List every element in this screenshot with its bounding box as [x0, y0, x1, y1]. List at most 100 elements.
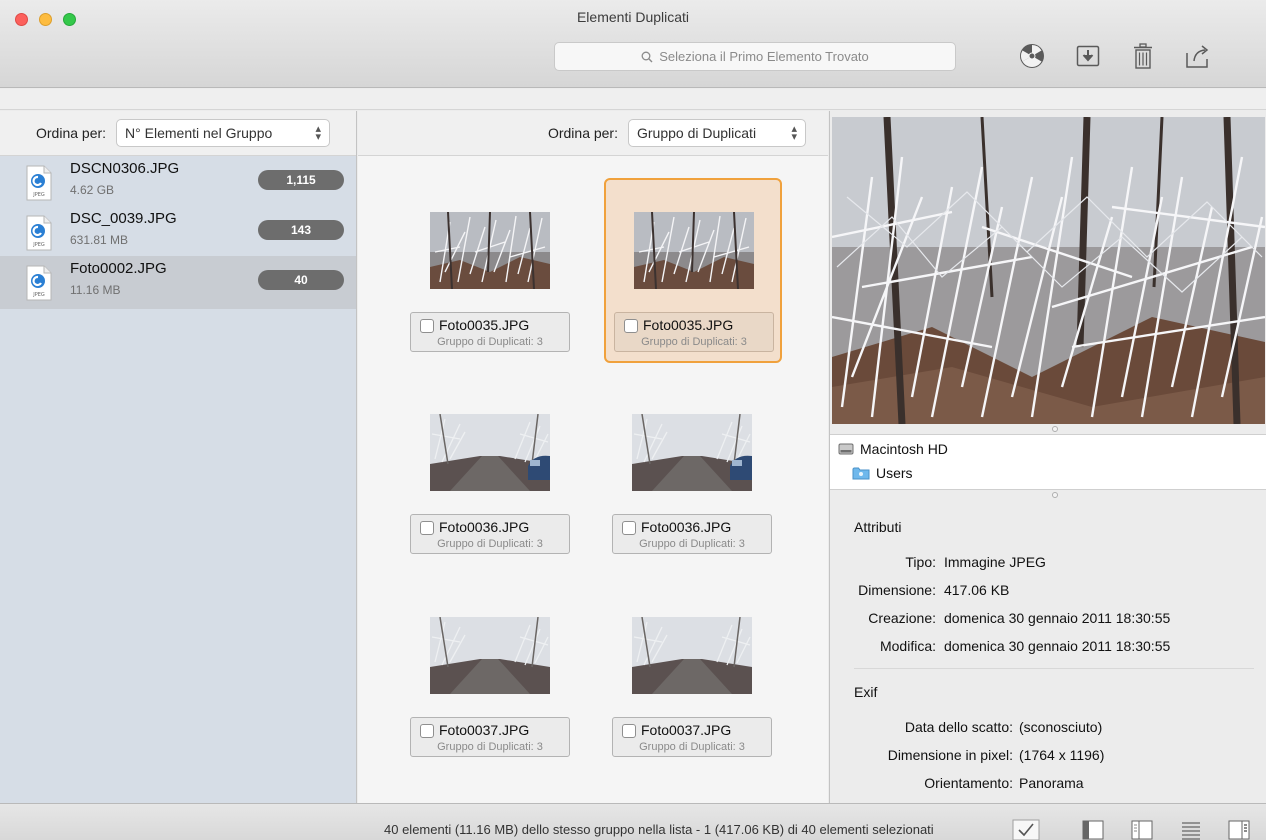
group-size: 4.62 GB	[70, 183, 115, 197]
duplicate-item[interactable]: Foto0036.JPG Gruppo di Duplicati: 3	[402, 382, 578, 565]
photo-preview	[832, 117, 1265, 424]
svg-text:JPEG: JPEG	[32, 242, 45, 248]
item-filename: Foto0037.JPG	[439, 722, 530, 738]
duplicate-item[interactable]: Foto0036.JPG Gruppo di Duplicati: 3	[604, 382, 780, 565]
photo-thumbnail	[430, 414, 550, 491]
item-checkbox[interactable]	[622, 521, 636, 535]
trash-icon	[1134, 43, 1152, 69]
svg-text:JPEG: JPEG	[32, 292, 45, 298]
attr-value: domenica 30 gennaio 2011 18:30:55	[944, 610, 1171, 626]
folder-name: Users	[876, 465, 913, 481]
duplicate-item[interactable]: Foto0037.JPG Gruppo di Duplicati: 3	[604, 585, 780, 768]
duplicate-sort-popup[interactable]: Gruppo di Duplicati ▴ ▾	[628, 119, 806, 147]
item-caption: Foto0035.JPG Gruppo di Duplicati: 3	[410, 312, 570, 352]
search-field[interactable]: Seleziona il Primo Elemento Trovato	[554, 42, 956, 71]
move-to-folder-button[interactable]	[1068, 38, 1108, 74]
attributes-panel: Attributi Tipo: Immagine JPEG Dimensione…	[830, 501, 1266, 801]
layout-list-button[interactable]	[1178, 818, 1204, 840]
share-button[interactable]	[1178, 38, 1218, 74]
duplicate-item-selected[interactable]: Foto0035.JPG Gruppo di Duplicati: 3	[604, 178, 782, 363]
photo-thumbnail	[430, 617, 550, 694]
path-item-folder[interactable]: Users	[852, 465, 913, 481]
group-sort-bar: Ordina per: N° Elementi nel Gruppo ▴ ▾	[0, 111, 356, 156]
item-caption: Foto0037.JPG Gruppo di Duplicati: 3	[410, 717, 570, 757]
delete-button[interactable]	[1123, 38, 1163, 74]
popup-arrows-icon: ▴ ▾	[791, 123, 797, 143]
attributes-heading: Attributi	[854, 519, 902, 535]
item-checkbox[interactable]	[420, 319, 434, 333]
item-group-label: Gruppo di Duplicati: 3	[641, 336, 747, 348]
attr-label: Creazione:	[868, 610, 936, 626]
download-icon	[1076, 45, 1100, 67]
attr-label: Modifica:	[879, 638, 936, 654]
item-group-label: Gruppo di Duplicati: 3	[437, 336, 543, 348]
volume-name: Macintosh HD	[860, 441, 948, 457]
item-filename: Foto0036.JPG	[641, 519, 732, 535]
item-caption: Foto0036.JPG Gruppo di Duplicati: 3	[612, 514, 772, 554]
attr-value: (1764 x 1196)	[1019, 747, 1105, 763]
single-pane-icon	[1082, 820, 1104, 839]
group-sort-value: N° Elementi nel Gruppo	[125, 125, 273, 141]
scan-button[interactable]	[1012, 38, 1052, 74]
status-bar: 40 elementi (11.16 MB) dello stesso grup…	[0, 803, 1266, 840]
columns-icon	[1131, 820, 1153, 839]
search-icon	[641, 51, 653, 62]
item-caption: Foto0036.JPG Gruppo di Duplicati: 3	[410, 514, 570, 554]
item-filename: Foto0035.JPG	[439, 317, 530, 333]
attr-value: domenica 30 gennaio 2011 18:30:55	[944, 638, 1171, 654]
path-item-volume[interactable]: Macintosh HD	[838, 441, 948, 457]
layout-columns-button[interactable]	[1129, 818, 1155, 840]
item-checkbox[interactable]	[420, 521, 434, 535]
attr-label: Dimensione in pixel:	[887, 747, 1013, 763]
hard-drive-icon	[838, 443, 854, 455]
group-count-badge: 1,115	[258, 170, 344, 190]
layout-inspector-button[interactable]	[1226, 818, 1252, 840]
attr-label: Data dello scatto:	[904, 719, 1013, 735]
status-text: 40 elementi (11.16 MB) dello stesso grup…	[384, 822, 934, 837]
item-group-label: Gruppo di Duplicati: 3	[639, 538, 745, 550]
svg-text:JPEG: JPEG	[32, 192, 45, 198]
group-sort-popup[interactable]: N° Elementi nel Gruppo ▴ ▾	[116, 119, 331, 147]
attr-value: Panorama	[1019, 775, 1084, 791]
attr-label: Dimensione:	[858, 582, 936, 598]
item-filename: Foto0035.JPG	[643, 317, 734, 333]
photo-thumbnail	[634, 212, 754, 289]
photo-thumbnail	[430, 212, 550, 289]
split-handle[interactable]	[830, 424, 1266, 434]
share-icon	[1186, 45, 1209, 68]
group-size: 631.81 MB	[70, 233, 129, 247]
exif-heading: Exif	[854, 684, 878, 700]
item-group-label: Gruppo di Duplicati: 3	[437, 538, 543, 550]
item-checkbox[interactable]	[622, 724, 636, 738]
group-row-selected[interactable]: JPEG Foto0002.JPG 11.16 MB 40	[0, 256, 356, 309]
duplicate-sort-bar: Ordina per: Gruppo di Duplicati ▴ ▾	[358, 111, 828, 156]
item-checkbox[interactable]	[420, 724, 434, 738]
attr-label: Tipo:	[905, 554, 936, 570]
attr-value: Immagine JPEG	[944, 554, 1046, 570]
attr-value: (sconosciuto)	[1019, 719, 1103, 735]
section-divider	[854, 668, 1254, 669]
group-row[interactable]: JPEG DSC_0039.JPG 631.81 MB 143	[0, 206, 356, 259]
list-icon	[1182, 821, 1200, 840]
duplicate-item[interactable]: Foto0037.JPG Gruppo di Duplicati: 3	[402, 585, 578, 768]
group-filename: DSCN0306.JPG	[70, 160, 180, 177]
duplicates-grid-pane: Ordina per: Gruppo di Duplicati ▴ ▾ Foto0…	[358, 111, 828, 803]
group-row[interactable]: JPEG DSCN0306.JPG 4.62 GB 1,115	[0, 156, 356, 209]
folder-icon	[852, 467, 870, 480]
item-caption: Foto0035.JPG Gruppo di Duplicati: 3	[614, 312, 774, 352]
radiation-icon	[1020, 44, 1044, 68]
group-count-badge: 143	[258, 220, 344, 240]
file-path: Macintosh HD Users	[830, 434, 1266, 490]
duplicate-item[interactable]: Foto0035.JPG Gruppo di Duplicati: 3	[402, 180, 578, 363]
item-caption: Foto0037.JPG Gruppo di Duplicati: 3	[612, 717, 772, 757]
attr-label: Orientamento:	[924, 775, 1013, 791]
toolbar-separator	[0, 89, 1266, 110]
layout-single-button[interactable]	[1080, 818, 1106, 840]
split-handle[interactable]	[830, 490, 1266, 500]
duplicate-sort-value: Gruppo di Duplicati	[637, 125, 757, 141]
item-checkbox[interactable]	[624, 319, 638, 333]
duplicate-sort-label: Ordina per:	[547, 125, 618, 141]
select-all-button[interactable]	[1011, 818, 1041, 840]
item-group-label: Gruppo di Duplicati: 3	[437, 741, 543, 753]
group-sort-label: Ordina per:	[36, 125, 107, 141]
